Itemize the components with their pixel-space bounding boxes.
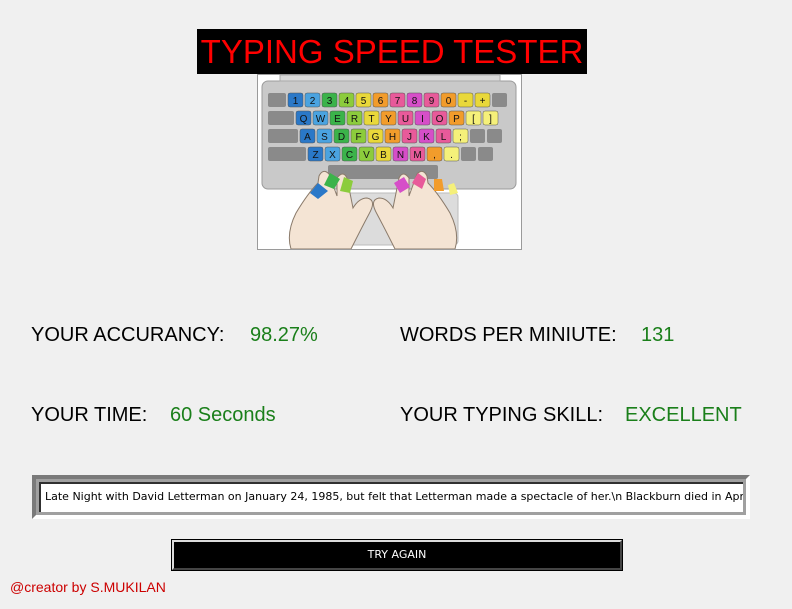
keyboard-key-letter: N xyxy=(397,150,404,161)
keyboard-key-letter: P xyxy=(453,114,460,125)
keyboard-illustration: 1 2 3 4 5 6 7 8 9 0 - + Q W E R T Y U I O P [] A S D F G H J K L ; Z X C V B N… xyxy=(258,75,521,249)
keyboard-key-letter: ] xyxy=(489,114,492,125)
keyboard-key-letter: 8 xyxy=(412,96,418,107)
keyboard-key-letter: A xyxy=(304,132,311,143)
skill-value: EXCELLENT xyxy=(625,404,742,426)
accuracy-label: YOUR ACCURANCY: xyxy=(31,324,225,346)
keyboard-hands-image: 1 2 3 4 5 6 7 8 9 0 - + Q W E R T Y U I O P [] A S D F G H J K L; Z X C V B N… xyxy=(257,74,522,250)
keyboard-key-letter: Q xyxy=(300,114,308,125)
keyboard-key-letter: . xyxy=(450,150,453,161)
keyboard-key-letter: 9 xyxy=(429,96,435,107)
keyboard-key-letter: 6 xyxy=(378,96,384,107)
keyboard-key-letter: 4 xyxy=(344,96,350,107)
keyboard-key-blank xyxy=(487,129,502,143)
keyboard-key-blank xyxy=(268,93,286,107)
keyboard-key-letter: Y xyxy=(385,114,392,125)
keyboard-key-letter: , xyxy=(433,150,436,161)
keyboard-key-letter: K xyxy=(423,132,430,143)
keyboard-key-blank xyxy=(478,147,493,161)
keyboard-key-letter: L xyxy=(441,132,447,143)
wpm-value: 131 xyxy=(641,324,675,346)
typing-entry-frame[interactable]: Late Night with David Letterman on Janua… xyxy=(32,475,750,519)
keyboard-key-blank xyxy=(268,111,294,125)
keyboard-key-letter: W xyxy=(316,114,326,125)
keyboard-key-letter: G xyxy=(372,132,380,143)
keyboard-key-letter: B xyxy=(380,150,387,161)
skill-label: YOUR TYPING SKILL: xyxy=(400,404,604,426)
try-again-button[interactable]: TRY AGAIN xyxy=(171,539,623,571)
keyboard-key-blank xyxy=(470,129,485,143)
keyboard-key-letter: 3 xyxy=(327,96,333,107)
keyboard-key-letter: V xyxy=(363,150,370,161)
creator-credit: @creator by S.MUKILAN xyxy=(10,579,166,595)
keyboard-key-letter: S xyxy=(321,132,328,143)
time-label: YOUR TIME: xyxy=(31,404,148,426)
keyboard-key-letter: M xyxy=(413,150,421,161)
keyboard-key-letter: E xyxy=(334,114,341,125)
app-title: TYPING SPEED TESTER xyxy=(197,29,587,74)
keyboard-key-letter: T xyxy=(368,114,374,125)
keyboard-key-letter: + xyxy=(480,96,486,107)
keyboard-key-letter: D xyxy=(338,132,345,143)
keyboard-key-letter: 5 xyxy=(361,96,367,107)
keyboard-key-blank xyxy=(268,147,306,161)
keyboard-key-letter: X xyxy=(329,150,336,161)
keyboard-key-blank xyxy=(268,129,298,143)
keyboard-key-letter: 0 xyxy=(446,96,452,107)
keyboard-key-letter: 7 xyxy=(395,96,401,107)
typing-text-entry[interactable]: Late Night with David Letterman on Janua… xyxy=(39,482,743,512)
typed-text: Late Night with David Letterman on Janua… xyxy=(45,490,743,503)
keyboard-key-letter: F xyxy=(355,132,361,143)
keyboard-key-letter: O xyxy=(436,114,444,125)
keyboard-key-letter: ; xyxy=(459,132,462,143)
keyboard-key-letter: U xyxy=(402,114,409,125)
keyboard-key-letter: R xyxy=(351,114,358,125)
keyboard-key-letter: - xyxy=(464,96,467,107)
keyboard-key-letter: 1 xyxy=(293,96,299,107)
keyboard-key-letter: H xyxy=(389,132,396,143)
time-value: 60 Seconds xyxy=(170,404,276,426)
keyboard-key-letter: [ xyxy=(472,114,475,125)
wpm-label: WORDS PER MINIUTE: xyxy=(400,324,617,346)
keyboard-key-blank xyxy=(492,93,507,107)
accuracy-value: 98.27% xyxy=(250,324,318,346)
keyboard-key-letter: Z xyxy=(312,150,318,161)
keyboard-key-letter: 2 xyxy=(310,96,316,107)
keyboard-key-letter: J xyxy=(407,132,412,143)
keyboard-key-letter: I xyxy=(421,114,424,125)
keyboard-key-letter: C xyxy=(346,150,353,161)
keyboard-key-blank xyxy=(461,147,476,161)
